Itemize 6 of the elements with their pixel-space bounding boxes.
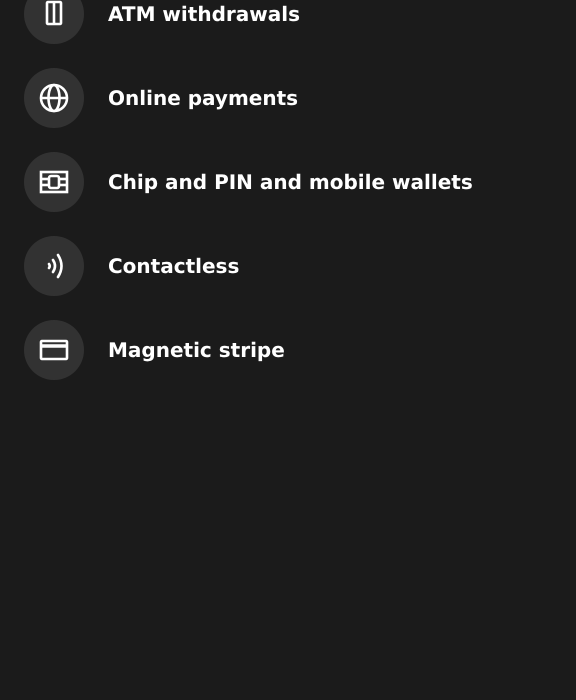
option-label[interactable]: Chip and PIN and mobile wallets <box>108 170 473 194</box>
option-label[interactable]: Magnetic stripe <box>108 338 285 362</box>
option-label[interactable]: Online payments <box>108 86 298 110</box>
globe-icon <box>38 82 70 114</box>
option-label[interactable]: ATM withdrawals <box>108 2 300 26</box>
option-label[interactable]: Contactless <box>108 254 240 278</box>
